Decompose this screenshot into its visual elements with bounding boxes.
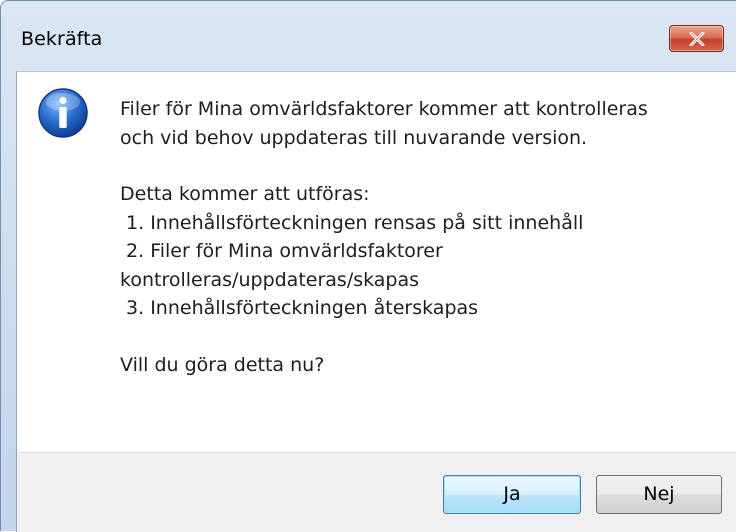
- message-line: kontrolleras/uppdateras/skapas: [120, 268, 420, 291]
- message-line: Filer för Mina omvärldsfaktorer kommer a…: [120, 98, 648, 120]
- yes-button[interactable]: Ja: [443, 475, 581, 514]
- message-text: Filer för Mina omvärldsfaktorer kommer a…: [120, 95, 720, 379]
- button-bar: Ja Nej: [16, 452, 736, 532]
- title-bar[interactable]: Bekräfta: [1, 1, 736, 71]
- information-icon: [38, 88, 88, 138]
- dialog-window: Bekräfta Filer för Mina omvärldsfaktorer…: [0, 0, 736, 532]
- message-line: 2. Filer för Mina omvärldsfaktorer: [120, 240, 443, 262]
- dialog-title: Bekräfta: [21, 28, 103, 50]
- message-line: 1. Innehållsförteckningen rensas på sitt…: [120, 211, 584, 234]
- close-button[interactable]: [669, 25, 724, 52]
- message-line: Detta kommer att utföras:: [120, 183, 370, 205]
- message-area: Filer för Mina omvärldsfaktorer kommer a…: [16, 71, 736, 452]
- close-icon: [689, 32, 705, 46]
- message-line: och vid behov uppdateras till nuvarande …: [120, 126, 588, 149]
- question-text: Vill du göra detta nu?: [120, 353, 325, 376]
- message-line: 3. Innehållsförteckningen återskapas: [120, 297, 479, 319]
- no-button[interactable]: Nej: [596, 475, 722, 514]
